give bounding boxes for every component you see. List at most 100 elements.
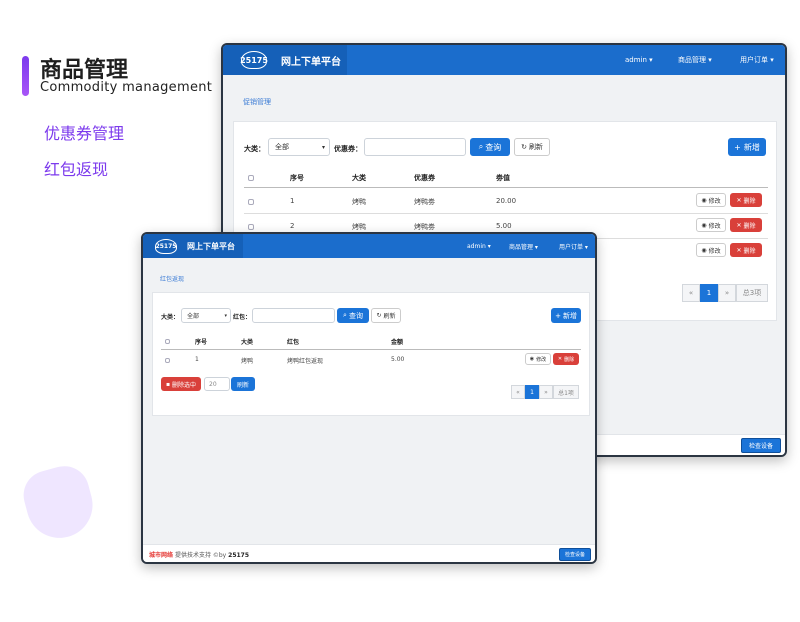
delete-button[interactable]: ✕ 删除 (553, 353, 579, 365)
close-icon: ✕ (557, 356, 563, 362)
header-category: 大类 (241, 339, 254, 346)
search-button-label: 查询 (485, 142, 502, 152)
row-checkbox[interactable] (248, 199, 254, 205)
delete-selected-button[interactable]: ▪ 删除选中 (161, 377, 201, 391)
decorative-blob (18, 460, 100, 546)
coupon-label: 优惠券： (334, 145, 362, 153)
footer-number: 25175 (228, 552, 250, 559)
menu-admin[interactable]: admin ▾ (625, 45, 653, 75)
footer-bar: 城市网络 提供技术支持 ©by 25175 检查设备 (143, 544, 595, 562)
add-button-label: 新增 (743, 142, 760, 152)
edit-button[interactable]: ◉ 修改 (696, 193, 726, 207)
category-select[interactable]: 全部 ▾ (181, 308, 231, 323)
cell-amount: 5.00 (391, 356, 405, 363)
check-device-button[interactable]: 检查设备 (559, 548, 591, 561)
menu-orders[interactable]: 用户订单 ▾ (740, 45, 774, 75)
eye-icon: ◉ (701, 246, 707, 254)
row-checkbox[interactable] (165, 358, 170, 363)
delete-label: 删除 (564, 356, 575, 363)
bonus-input[interactable] (252, 308, 335, 323)
eye-icon: ◉ (529, 356, 535, 362)
header-category: 大类 (352, 174, 366, 182)
cell-category: 烤鸭 (241, 358, 254, 365)
menu-goods[interactable]: 商品管理 ▾ (509, 234, 538, 258)
edit-label: 修改 (708, 222, 721, 230)
logo-icon: 25175 (155, 238, 177, 254)
header-no: 序号 (290, 174, 304, 182)
delete-button[interactable]: ✕ 删除 (730, 243, 762, 257)
edit-button[interactable]: ◉ 修改 (696, 218, 726, 232)
edit-button[interactable]: ◉ 修改 (696, 243, 726, 257)
refresh-button-label: 刷新 (383, 313, 396, 320)
link-coupon-management[interactable]: 优惠券管理 (44, 120, 124, 144)
category-select-value: 全部 (275, 143, 289, 151)
link-red-packet-cashback[interactable]: 红包返现 (44, 156, 108, 180)
row-divider (244, 213, 768, 214)
category-label: 大类： (161, 314, 180, 321)
pager-prev[interactable]: « (682, 284, 700, 302)
cell-category: 烤鸭 (352, 223, 366, 231)
stage: 商品管理 Commodity management 优惠券管理 红包返现 251… (0, 0, 800, 622)
footer-text: 提供技术支持 ©by (174, 552, 227, 559)
add-button[interactable]: + 新增 (551, 308, 581, 323)
header-value: 劵值 (496, 174, 510, 182)
menu-goods[interactable]: 商品管理 ▾ (678, 45, 712, 75)
add-button[interactable]: + 新增 (728, 138, 766, 156)
bonus-label: 红包： (233, 314, 252, 321)
brand-area: 25175 网上下单平台 (143, 234, 243, 258)
breadcrumb[interactable]: 红包返现 (160, 274, 184, 283)
search-button[interactable]: ⌕ 查询 (470, 138, 510, 156)
pager-page-1[interactable]: 1 (525, 385, 539, 399)
edit-label: 修改 (536, 356, 547, 363)
header-no: 序号 (195, 339, 208, 346)
close-icon: ✕ (736, 246, 742, 254)
edit-label: 修改 (708, 197, 721, 205)
delete-label: 删除 (743, 222, 756, 230)
cell-value: 20.00 (496, 197, 517, 205)
delete-button[interactable]: ✕ 删除 (730, 193, 762, 207)
footer-brand: 城市网络 (149, 552, 174, 559)
breadcrumb[interactable]: 促销管理 (243, 97, 271, 107)
edit-button[interactable]: ◉ 修改 (525, 353, 551, 365)
pager-prev[interactable]: « (511, 385, 525, 399)
cell-value: 5.00 (496, 222, 512, 230)
top-navbar: 25175 网上下单平台 admin ▾ 商品管理 ▾ 用户订单 ▾ (143, 234, 595, 258)
search-button[interactable]: ⌕ 查询 (337, 308, 369, 323)
chevron-down-icon: ▾ (224, 312, 227, 319)
row-checkbox[interactable] (248, 224, 254, 230)
add-button-label: 新增 (562, 311, 577, 320)
delete-button[interactable]: ✕ 删除 (730, 218, 762, 232)
cell-no: 1 (290, 197, 295, 205)
refresh-icon: ↻ (521, 143, 527, 151)
refresh-button-label: 刷新 (528, 143, 543, 151)
page-subtitle: Commodity management (40, 80, 213, 95)
category-select[interactable]: 全部 ▾ (268, 138, 330, 156)
pager-page-1[interactable]: 1 (700, 284, 718, 302)
refresh-button[interactable]: ↻ 刷新 (514, 138, 550, 156)
select-all-checkbox[interactable] (248, 175, 254, 181)
pager-next[interactable]: » (718, 284, 736, 302)
app-title: 网上下单平台 (281, 56, 341, 68)
page-size-refresh-button[interactable]: 刷新 (231, 377, 255, 391)
refresh-button[interactable]: ↻ 刷新 (371, 308, 401, 323)
category-label: 大类： (244, 145, 265, 153)
delete-label: 删除 (743, 247, 756, 255)
footer-credit: 城市网络 提供技术支持 ©by 25175 (149, 550, 249, 559)
brand-area: 25175 网上下单平台 (223, 45, 347, 75)
search-icon: ⌕ (343, 311, 347, 319)
search-icon: ⌕ (478, 142, 484, 151)
cell-coupon: 烤鸭劵 (414, 223, 435, 231)
coupon-input[interactable] (364, 138, 466, 156)
pager-total: 总1项 (553, 385, 579, 399)
header-bonus: 红包 (287, 339, 300, 346)
check-device-button[interactable]: 检查设备 (741, 438, 781, 453)
select-all-checkbox[interactable] (165, 339, 170, 344)
pager-next[interactable]: » (539, 385, 553, 399)
menu-orders[interactable]: 用户订单 ▾ (559, 234, 588, 258)
content-card: 大类： 全部 ▾ 红包： ⌕查询 ↻刷新 +新增 序号 大类 红包 金额 (152, 292, 590, 416)
cell-coupon: 烤鸭劵 (414, 198, 435, 206)
menu-admin[interactable]: admin ▾ (467, 234, 491, 258)
eye-icon: ◉ (701, 196, 707, 204)
page-size-input[interactable]: 20 (204, 377, 230, 391)
cell-no: 1 (195, 356, 199, 363)
